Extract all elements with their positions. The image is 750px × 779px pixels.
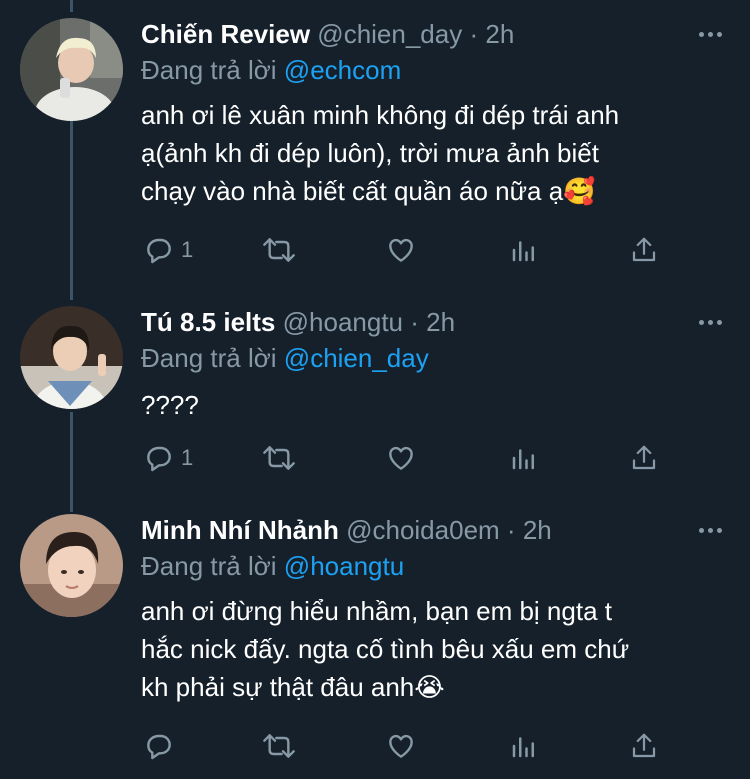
like-icon [389, 446, 413, 470]
analytics-icon [512, 737, 534, 758]
like-button[interactable] [385, 730, 417, 762]
reply-icon [147, 446, 171, 472]
tweet-2[interactable]: Tú 8.5 ielts @hoangtu · 2h Đang trả lời … [0, 306, 750, 492]
retweet-icon [263, 734, 295, 758]
tweet-actions [141, 730, 661, 770]
replying-label: Đang trả lời [141, 55, 277, 85]
like-icon [389, 238, 413, 262]
like-button[interactable] [385, 234, 417, 266]
reply-button[interactable] [143, 730, 181, 762]
separator-dot: · [506, 515, 516, 545]
tweet-header: Tú 8.5 ielts @hoangtu · 2h [141, 306, 455, 338]
share-icon [632, 237, 656, 262]
tweet-1[interactable]: Chiến Review @chien_day · 2h Đang trả lờ… [0, 18, 750, 290]
analytics-button[interactable] [509, 442, 539, 474]
tweet-actions: 1 [141, 234, 661, 274]
reply-icon [147, 238, 171, 264]
tweet-header: Minh Nhí Nhảnh @choida0em · 2h [141, 514, 552, 546]
avatar[interactable] [20, 514, 123, 617]
like-button[interactable] [385, 442, 417, 474]
retweet-icon [263, 238, 295, 262]
tweet-3[interactable]: Minh Nhí Nhảnh @choida0em · 2h Đang trả … [0, 514, 750, 774]
replying-mention[interactable]: @chien_day [284, 343, 429, 373]
avatar[interactable] [20, 306, 123, 409]
share-button[interactable] [629, 234, 659, 266]
tweet-text-line: hắc nick đấy. ngta cố tình bêu xấu em ch… [141, 634, 630, 664]
avatar[interactable] [20, 18, 123, 121]
retweet-button[interactable] [261, 234, 297, 266]
user-handle[interactable]: @choida0em [346, 515, 500, 545]
tweet-text-line: kh phải sự thật đâu anh😭 [141, 672, 445, 702]
tweet-text: anh ơi lê xuân minh không đi dép trái an… [141, 96, 701, 210]
display-name[interactable]: Chiến Review [141, 19, 310, 49]
more-icon[interactable] [699, 528, 722, 533]
tweet-text-line: ạ(ảnh kh đi dép luôn), trời mưa ảnh biết [141, 138, 599, 168]
tweet-header: Chiến Review @chien_day · 2h [141, 18, 514, 50]
retweet-button[interactable] [261, 730, 297, 762]
display-name[interactable]: Minh Nhí Nhảnh [141, 515, 339, 545]
tweet-text: anh ơi đừng hiểu nhầm, bạn em bị ngta t … [141, 592, 701, 706]
retweet-icon [263, 446, 295, 470]
share-button[interactable] [629, 730, 659, 762]
replying-mention[interactable]: @hoangtu [284, 551, 404, 581]
replying-to: Đang trả lời @chien_day [141, 342, 429, 374]
share-icon [632, 733, 656, 758]
reply-count: 1 [181, 445, 194, 470]
analytics-icon [512, 241, 534, 262]
reply-button[interactable]: 1 [143, 234, 193, 266]
separator-dot: · [469, 19, 479, 49]
separator-dot: · [410, 307, 419, 337]
replying-label: Đang trả lời [141, 551, 277, 581]
tweet-text-line: ???? [141, 390, 199, 420]
replying-label: Đang trả lời [141, 343, 277, 373]
more-icon[interactable] [699, 32, 722, 37]
reply-count: 1 [181, 237, 194, 262]
thread-line-top [70, 0, 73, 12]
share-icon [632, 445, 656, 470]
analytics-icon [512, 449, 534, 470]
reply-icon [147, 734, 171, 760]
tweet-actions: 1 [141, 442, 661, 482]
more-icon[interactable] [699, 320, 722, 325]
like-icon [389, 734, 413, 758]
tweet-text: ???? [141, 386, 701, 424]
timestamp[interactable]: 2h [523, 515, 552, 545]
user-handle[interactable]: @chien_day [317, 19, 462, 49]
replying-to: Đang trả lời @hoangtu [141, 550, 404, 582]
tweet-text-line: anh ơi đừng hiểu nhầm, bạn em bị ngta t [141, 596, 612, 626]
user-handle[interactable]: @hoangtu [283, 307, 403, 337]
replying-to: Đang trả lời @echcom [141, 54, 401, 86]
display-name[interactable]: Tú 8.5 ielts [141, 307, 275, 337]
replying-mention[interactable]: @echcom [284, 55, 401, 85]
analytics-button[interactable] [509, 234, 539, 266]
retweet-button[interactable] [261, 442, 297, 474]
share-button[interactable] [629, 442, 659, 474]
timestamp[interactable]: 2h [485, 19, 514, 49]
tweet-text-line: chạy vào nhà biết cất quần áo nữa ạ🥰 [141, 176, 596, 206]
reply-button[interactable]: 1 [143, 442, 193, 474]
timestamp[interactable]: 2h [426, 307, 455, 337]
analytics-button[interactable] [509, 730, 539, 762]
tweet-text-line: anh ơi lê xuân minh không đi dép trái an… [141, 100, 620, 130]
